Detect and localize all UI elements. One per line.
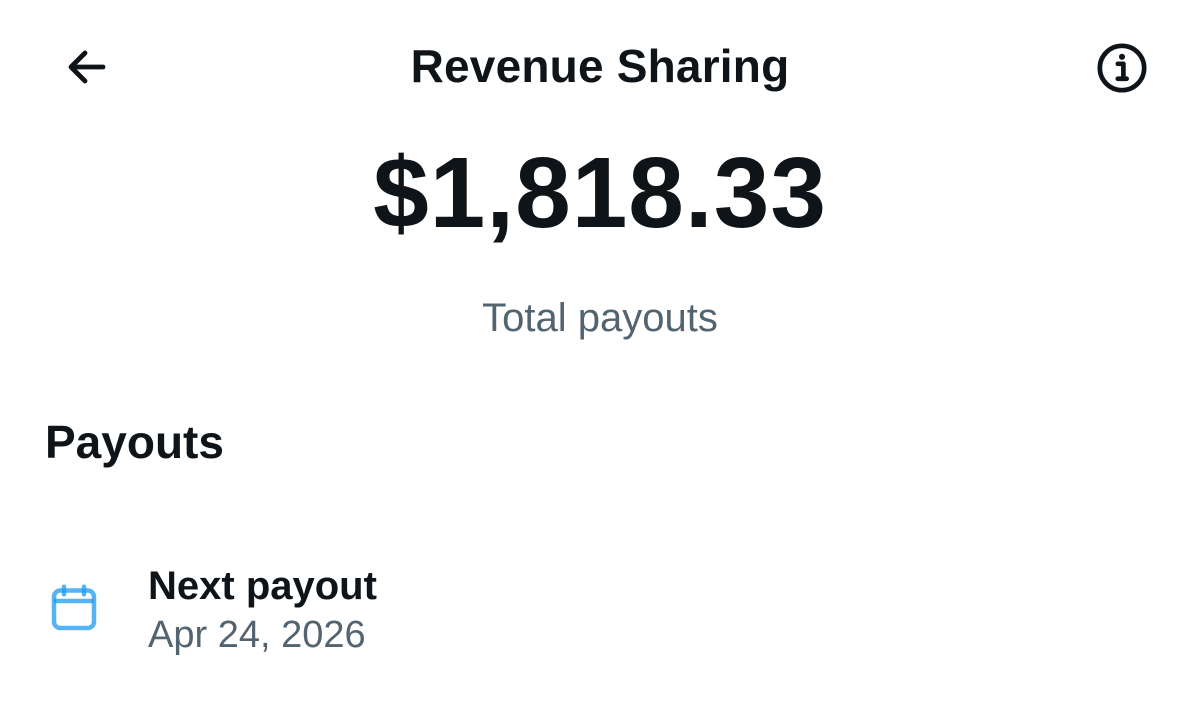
next-payout-date: Apr 24, 2026 <box>148 614 366 656</box>
revenue-sharing-page: Revenue Sharing $1,818.33 Total payouts … <box>0 0 1200 725</box>
total-payouts-amount: $1,818.33 <box>373 137 827 249</box>
page-title: Revenue Sharing <box>410 40 790 92</box>
info-circle-icon <box>1097 43 1147 93</box>
calendar-icon <box>44 578 104 638</box>
info-button[interactable] <box>1094 40 1150 96</box>
total-payouts-label: Total payouts <box>482 296 718 340</box>
next-payout-label: Next payout <box>148 564 377 608</box>
next-payout-row[interactable]: Next payout Apr 24, 2026 <box>0 548 1200 678</box>
top-bar: Revenue Sharing <box>0 0 1200 130</box>
payouts-section-title: Payouts <box>45 416 224 468</box>
